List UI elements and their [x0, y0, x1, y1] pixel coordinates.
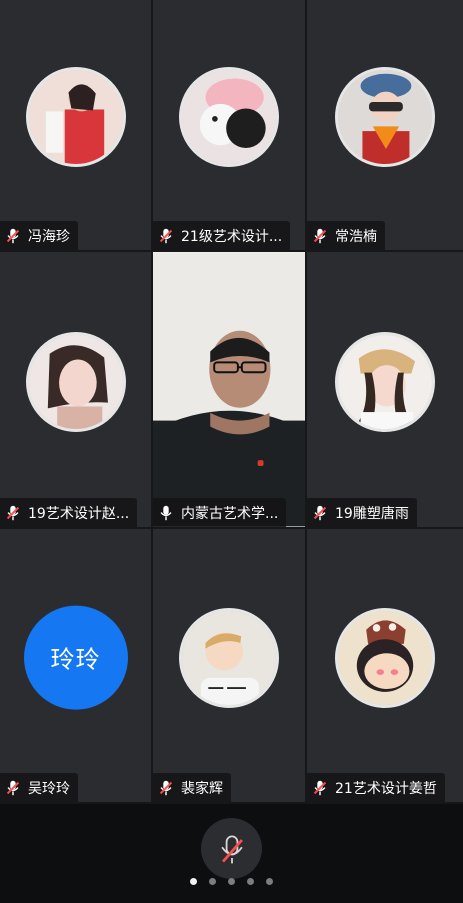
- participant-video: [153, 252, 305, 527]
- page-dot[interactable]: [266, 878, 273, 885]
- page-indicator: [0, 878, 463, 885]
- avatar: [25, 331, 126, 432]
- mic-muted-icon: [159, 228, 173, 243]
- participant-name: 21级艺术设计...: [181, 228, 283, 245]
- name-tag: 内蒙古艺术学...: [153, 498, 287, 527]
- avatar: [179, 607, 279, 708]
- mute-toggle-button[interactable]: [201, 818, 262, 879]
- mic-muted-icon: [313, 505, 327, 520]
- mic-muted-icon: [313, 228, 327, 243]
- participant-tile[interactable]: 玲玲 吴玲玲: [0, 529, 153, 804]
- participant-tile[interactable]: 常浩楠: [307, 0, 463, 252]
- participant-grid: 冯海珍 21级艺术设计... 常浩楠 19艺术设计赵... 内蒙古艺术学... …: [0, 0, 463, 804]
- participant-tile[interactable]: 21艺术设计姜哲: [307, 529, 463, 804]
- name-tag: 常浩楠: [307, 221, 385, 250]
- participant-tile[interactable]: 19艺术设计赵...: [0, 252, 153, 529]
- participant-name: 裴家辉: [181, 780, 223, 797]
- page-dot[interactable]: [247, 878, 254, 885]
- participant-tile[interactable]: 裴家辉: [153, 529, 307, 804]
- mic-muted-icon: [6, 505, 20, 520]
- avatar: [335, 607, 435, 708]
- mic-muted-icon: [220, 835, 243, 863]
- participant-name: 吴玲玲: [28, 780, 70, 797]
- name-tag: 冯海珍: [0, 221, 78, 250]
- participant-name: 冯海珍: [28, 228, 70, 245]
- participant-tile[interactable]: 冯海珍: [0, 0, 153, 252]
- participant-video-tile[interactable]: 内蒙古艺术学...: [153, 252, 307, 529]
- participant-tile[interactable]: 19雕塑唐雨: [307, 252, 463, 529]
- page-dot[interactable]: [209, 878, 216, 885]
- mic-muted-icon: [313, 780, 327, 795]
- avatar: [25, 67, 126, 167]
- page-dot[interactable]: [190, 878, 197, 885]
- name-tag: 19雕塑唐雨: [307, 498, 417, 527]
- avatar: [335, 67, 435, 167]
- microphone-icon: [160, 505, 172, 520]
- participant-name: 21艺术设计姜哲: [335, 780, 437, 797]
- name-tag: 19艺术设计赵...: [0, 498, 138, 527]
- name-tag: 21级艺术设计...: [153, 221, 291, 250]
- name-tag: 裴家辉: [153, 773, 231, 802]
- avatar: [179, 67, 279, 167]
- participant-name: 19艺术设计赵...: [28, 505, 130, 522]
- mic-muted-icon: [6, 228, 20, 243]
- participant-name: 常浩楠: [335, 228, 377, 245]
- participant-name: 19雕塑唐雨: [335, 505, 409, 522]
- meeting-screen: 冯海珍 21级艺术设计... 常浩楠 19艺术设计赵... 内蒙古艺术学... …: [0, 0, 463, 903]
- avatar: [335, 331, 435, 432]
- bottom-control-bar: [0, 804, 463, 903]
- participant-tile[interactable]: 21级艺术设计...: [153, 0, 307, 252]
- name-tag: 21艺术设计姜哲: [307, 773, 445, 802]
- letter-avatar: 玲玲: [23, 605, 128, 710]
- name-tag: 吴玲玲: [0, 773, 78, 802]
- mic-muted-icon: [6, 780, 20, 795]
- participant-name: 内蒙古艺术学...: [181, 505, 279, 522]
- mic-muted-icon: [159, 780, 173, 795]
- page-dot[interactable]: [228, 878, 235, 885]
